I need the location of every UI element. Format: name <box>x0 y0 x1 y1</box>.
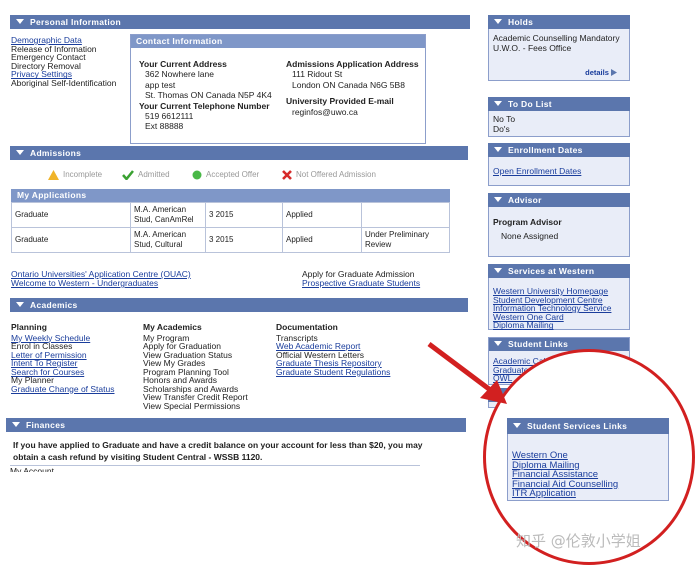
phone-label: Your Current Telephone Number <box>139 100 270 111</box>
table-row: Graduate M.A. American Stud, CanAmRel 3 … <box>11 202 450 228</box>
services-link[interactable]: Diploma Mailing <box>493 321 625 330</box>
documentation-column: Documentation Transcripts Web Academic R… <box>276 323 390 376</box>
holds-box: Holds Academic Counselling Mandatory U.W… <box>488 15 630 81</box>
finances-header[interactable]: Finances <box>6 418 466 432</box>
table-cell: Applied <box>282 227 362 253</box>
my-applications-header: My Applications <box>11 189 450 202</box>
collapse-icon <box>513 423 521 428</box>
email-value: reginfos@uwo.ca <box>292 106 358 117</box>
warning-triangle-icon <box>48 170 59 180</box>
crop-mask <box>0 472 470 569</box>
grad-change-status-link[interactable]: Graduate Change of Status <box>11 384 115 394</box>
aboriginal-self-id-item: Aboriginal Self-Identification <box>11 77 117 88</box>
collapse-icon <box>16 150 24 155</box>
legend-incomplete: Incomplete <box>48 170 102 180</box>
planning-column: Planning My Weekly Schedule Enrol in Cla… <box>11 323 115 393</box>
enrollment-box: Enrollment Dates Open Enrollment Dates <box>488 143 630 186</box>
collapse-icon <box>16 19 24 24</box>
table-cell: Graduate <box>11 227 131 253</box>
collapse-icon <box>494 101 502 106</box>
academics-item: View Special Permissions <box>143 400 241 411</box>
documentation-title: Documentation <box>276 322 338 332</box>
table-cell: M.A. American Stud, Cultural <box>130 227 206 253</box>
collapse-icon <box>16 302 24 307</box>
admissions-address-label: Admissions Application Address <box>286 59 419 69</box>
legend-not-offered: Not Offered Admission <box>282 170 376 180</box>
services-box: Services at Western Western University H… <box>488 264 630 330</box>
table-row: Graduate M.A. American Stud, Cultural 3 … <box>11 227 450 253</box>
admissions-address-line: 111 Ridout St <box>292 69 343 80</box>
my-academics-column: My Academics My Program Apply for Gradua… <box>143 323 248 410</box>
applications-table: Graduate M.A. American Stud, CanAmRel 3 … <box>11 202 450 253</box>
graduate-apply-links: Apply for Graduate Admission Prospective… <box>302 270 420 288</box>
academics-header[interactable]: Academics <box>10 298 468 312</box>
program-advisor-label: Program Advisor <box>493 217 562 227</box>
current-address-label: Your Current Address <box>139 59 227 69</box>
admissions-header[interactable]: Admissions <box>10 146 468 160</box>
services-header[interactable]: Services at Western <box>488 264 630 278</box>
personal-links: Demographic Data Release of Information … <box>11 36 116 88</box>
student-regulations-link[interactable]: Graduate Student Regulations <box>276 367 390 377</box>
collapse-icon <box>494 268 502 273</box>
table-cell: 3 2015 <box>205 202 283 228</box>
admissions-links: Ontario Universities' Application Centre… <box>11 270 191 288</box>
table-cell <box>361 202 450 228</box>
contact-info-box: Contact Information Your Current Address… <box>130 34 426 144</box>
legend-accepted: Accepted Offer <box>192 170 259 180</box>
enrollment-header[interactable]: Enrollment Dates <box>488 143 630 157</box>
checkmark-icon <box>122 170 134 180</box>
green-circle-icon <box>192 170 202 180</box>
table-cell: Applied <box>282 202 362 228</box>
collapse-icon <box>494 197 502 202</box>
watermark: 知乎 @伦敦小学姐 <box>516 532 641 550</box>
collapse-icon <box>12 422 20 427</box>
todo-box: To Do List No To Do's <box>488 97 630 137</box>
todo-item: No To <box>493 114 516 124</box>
personal-info-header[interactable]: Personal Information <box>10 15 470 29</box>
planning-title: Planning <box>11 322 47 332</box>
holds-header[interactable]: Holds <box>488 15 630 29</box>
my-academics-title: My Academics <box>143 322 202 332</box>
advisor-value: None Assigned <box>501 231 559 241</box>
current-address-line: St. Thomas ON Canada N5P 4K4 <box>145 90 272 101</box>
student-services-links-box: Student Services Links Western One Diplo… <box>507 418 669 501</box>
hold-item: Academic Counselling Mandatory <box>493 33 620 43</box>
welcome-western-link[interactable]: Welcome to Western - Undergraduates <box>11 279 191 288</box>
table-cell: Graduate <box>11 202 131 228</box>
todo-item: Do's <box>493 124 510 134</box>
table-cell: Under Preliminary Review <box>361 227 450 253</box>
prospective-grad-link[interactable]: Prospective Graduate Students <box>302 279 420 288</box>
current-address-line: 362 Nowhere lane <box>145 69 214 80</box>
table-cell: M.A. American Stud, CanAmRel <box>130 202 206 228</box>
red-arrow-icon <box>427 342 507 404</box>
phone-ext: Ext 88888 <box>145 121 184 132</box>
open-enrollment-link[interactable]: Open Enrollment Dates <box>493 166 625 176</box>
finances-notice: If you have applied to Graduate and have… <box>13 440 423 462</box>
current-address-line: app test <box>145 79 176 90</box>
student-services-links-header[interactable]: Student Services Links <box>507 418 669 434</box>
hold-item: U.W.O. - Fees Office <box>493 43 572 53</box>
email-label: University Provided E-mail <box>286 96 394 107</box>
phone-number: 519 6612111 <box>145 111 194 122</box>
collapse-icon <box>494 147 502 152</box>
holds-details-link[interactable]: details <box>585 68 617 77</box>
arrow-right-icon <box>611 69 617 76</box>
table-cell: 3 2015 <box>205 227 283 253</box>
contact-info-title: Contact Information <box>131 35 425 48</box>
advisor-box: Advisor Program Advisor None Assigned <box>488 193 630 257</box>
red-x-icon <box>282 170 292 180</box>
collapse-icon <box>494 19 502 24</box>
todo-header[interactable]: To Do List <box>488 97 630 111</box>
advisor-header[interactable]: Advisor <box>488 193 630 207</box>
admissions-address-line: London ON Canada N6G 5B8 <box>292 79 405 90</box>
itr-application-link[interactable]: ITR Application <box>512 489 664 499</box>
legend-admitted: Admitted <box>122 170 170 180</box>
